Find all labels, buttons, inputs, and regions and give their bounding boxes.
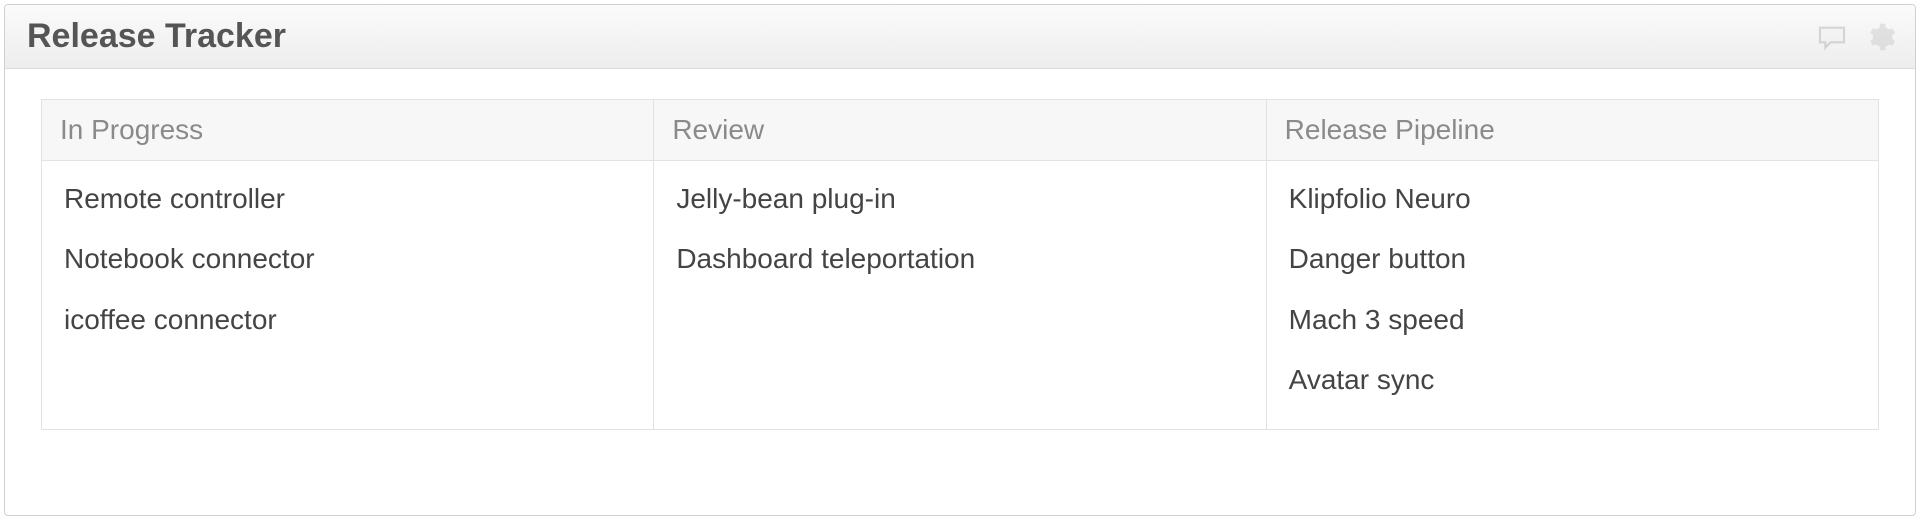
- panel-title: Release Tracker: [27, 17, 286, 56]
- column-cell-review: Jelly-bean plug-in Dashboard teleportati…: [654, 161, 1266, 430]
- list-item: Mach 3 speed: [1285, 290, 1860, 350]
- column-header-release-pipeline: Release Pipeline: [1266, 100, 1878, 161]
- list-item: Dashboard teleportation: [672, 229, 1247, 289]
- list-item: Jelly-bean plug-in: [672, 169, 1247, 229]
- item-list-release-pipeline: Klipfolio Neuro Danger button Mach 3 spe…: [1285, 169, 1860, 411]
- item-list-in-progress: Remote controller Notebook connector ico…: [60, 169, 635, 350]
- list-item: Danger button: [1285, 229, 1860, 289]
- panel-body: In Progress Review Release Pipeline Remo…: [5, 69, 1915, 460]
- panel-header: Release Tracker: [5, 5, 1915, 69]
- comment-icon[interactable]: [1815, 20, 1849, 54]
- release-tracker-panel: Release Tracker In Progress Review Relea…: [4, 4, 1916, 516]
- column-cell-in-progress: Remote controller Notebook connector ico…: [42, 161, 654, 430]
- list-item: Klipfolio Neuro: [1285, 169, 1860, 229]
- panel-actions: [1815, 20, 1897, 54]
- item-list-review: Jelly-bean plug-in Dashboard teleportati…: [672, 169, 1247, 290]
- gear-icon[interactable]: [1863, 20, 1897, 54]
- list-item: Avatar sync: [1285, 350, 1860, 410]
- column-header-review: Review: [654, 100, 1266, 161]
- list-item: icoffee connector: [60, 290, 635, 350]
- list-item: Notebook connector: [60, 229, 635, 289]
- list-item: Remote controller: [60, 169, 635, 229]
- tracker-table: In Progress Review Release Pipeline Remo…: [41, 99, 1879, 430]
- column-header-in-progress: In Progress: [42, 100, 654, 161]
- column-cell-release-pipeline: Klipfolio Neuro Danger button Mach 3 spe…: [1266, 161, 1878, 430]
